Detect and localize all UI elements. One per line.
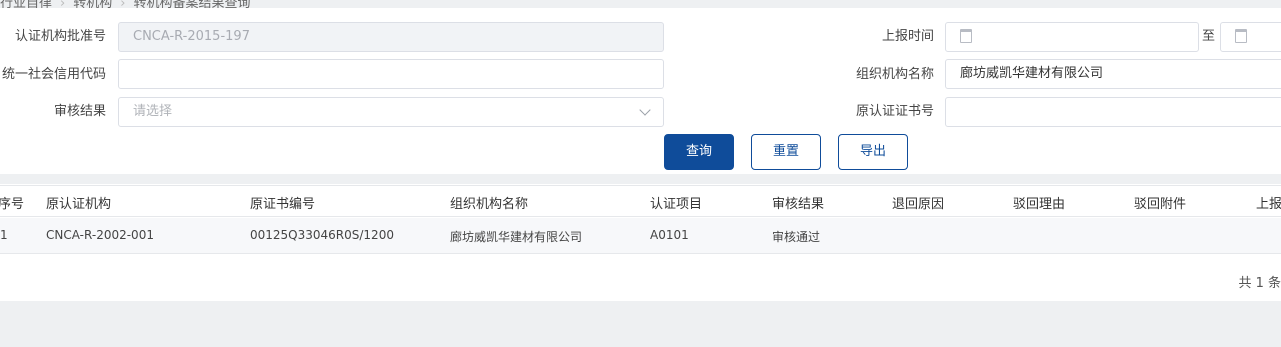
table-cell: 廊坊威凯华建材有限公司: [450, 230, 583, 244]
results-table: 序号 原认证机构 原证书编号 组织机构名称 认证项目 审核结果 退回原因 驳回理…: [0, 184, 1281, 301]
column-header: 审核结果: [772, 197, 825, 212]
pagination-total: 共 1 条: [1238, 276, 1281, 291]
breadcrumb: 行业自律 › 转机构 › 转机构备案结果查询: [0, 0, 1281, 11]
column-header: 上报: [1256, 197, 1281, 212]
table-cell: CNCA-R-2002-001: [46, 228, 154, 242]
original-cert-no-label: 原认证证书号: [855, 104, 934, 119]
review-result-placeholder: 请选择: [133, 104, 173, 119]
query-button[interactable]: 查询: [664, 134, 734, 170]
report-time-label: 上报时间: [881, 29, 934, 44]
table-cell: A0101: [650, 228, 689, 242]
table-cell: 1: [0, 228, 8, 242]
org-name-label: 组织机构名称: [855, 67, 934, 82]
table-cell: 审核通过: [772, 230, 821, 244]
report-time-end-input[interactable]: [1220, 22, 1281, 52]
credit-code-input[interactable]: [118, 59, 664, 89]
table-row[interactable]: 1 CNCA-R-2002-001 00125Q33046R0S/1200 廊坊…: [0, 218, 1281, 254]
chevron-down-icon: [639, 104, 651, 116]
column-header: 驳回附件: [1134, 197, 1187, 212]
report-time-start-input[interactable]: [945, 22, 1199, 52]
column-header: 驳回理由: [1013, 197, 1066, 212]
column-header: 组织机构名称: [450, 197, 529, 212]
approval-no-label: 认证机构批准号: [14, 29, 106, 44]
reset-button[interactable]: 重置: [751, 134, 821, 170]
search-panel: 认证机构批准号 CNCA-R-2015-197 统一社会信用代码 审核结果 请选…: [0, 8, 1281, 174]
calendar-icon: [960, 28, 972, 43]
approval-no-input: CNCA-R-2015-197: [118, 22, 664, 52]
calendar-icon: [1235, 28, 1247, 43]
column-header: 退回原因: [892, 197, 945, 212]
export-button[interactable]: 导出: [838, 134, 908, 170]
org-name-input[interactable]: 廊坊威凯华建材有限公司: [945, 59, 1281, 89]
column-header: 原证书编号: [250, 197, 316, 212]
review-result-select[interactable]: 请选择: [118, 97, 664, 127]
credit-code-label: 统一社会信用代码: [1, 67, 106, 82]
column-header: 原认证机构: [46, 197, 112, 212]
date-range-separator: 至: [1202, 29, 1216, 44]
table-cell: 00125Q33046R0S/1200: [250, 228, 394, 242]
original-cert-no-input[interactable]: [945, 97, 1281, 127]
column-header: 序号: [0, 197, 25, 212]
review-result-label: 审核结果: [53, 104, 106, 119]
table-header: 序号 原认证机构 原证书编号 组织机构名称 认证项目 审核结果 退回原因 驳回理…: [0, 185, 1281, 217]
column-header: 认证项目: [650, 197, 703, 212]
